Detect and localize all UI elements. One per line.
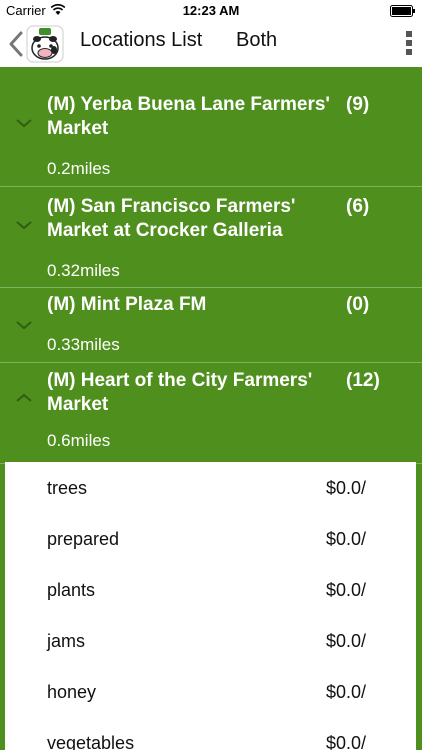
location-group[interactable]: (M) San Francisco Farmers' Market at Cro… [0, 187, 422, 288]
item-name: vegetables [47, 733, 135, 750]
list-item[interactable]: prepared $0.0/ [5, 513, 416, 564]
chevron-down-icon[interactable] [16, 220, 32, 230]
item-price: $0.0/ [326, 529, 367, 549]
navigation-bar: Locations List Both [0, 22, 422, 67]
item-price: $0.0/ [326, 682, 367, 702]
item-price: $0.0/ [326, 580, 367, 600]
page-title: Locations List [80, 29, 203, 51]
list-item[interactable]: trees $0.0/ [5, 462, 416, 513]
app-logo-icon [26, 25, 64, 63]
list-item[interactable]: jams $0.0/ [5, 615, 416, 666]
item-name: prepared [47, 529, 120, 549]
status-bar: Carrier 12:23 AM [0, 0, 422, 22]
location-group[interactable]: (M) Mint Plaza FM (0) 0.33miles [0, 288, 422, 363]
location-item-count: (6) [346, 196, 370, 217]
locations-list: (M) Yerba Buena Lane Farmers' Market (9)… [0, 67, 422, 750]
location-group[interactable]: (M) Yerba Buena Lane Farmers' Market (9)… [0, 67, 422, 187]
location-items-list: trees $0.0/ prepared $0.0/ plants $0.0/ … [5, 462, 416, 750]
location-name: (M) San Francisco Farmers' Market at Cro… [47, 196, 296, 241]
item-price: $0.0/ [326, 733, 367, 750]
item-price: $0.0/ [326, 478, 367, 498]
item-name: trees [47, 478, 88, 498]
list-item[interactable]: honey $0.0/ [5, 666, 416, 717]
chevron-down-icon[interactable] [16, 320, 32, 330]
location-item-count: (9) [346, 94, 370, 115]
location-name: (M) Yerba Buena Lane Farmers' Market [47, 94, 330, 139]
filter-selector[interactable]: Both [236, 29, 277, 52]
list-item[interactable]: plants $0.0/ [5, 564, 416, 615]
chevron-down-icon[interactable] [16, 118, 32, 128]
list-item[interactable]: vegetables $0.0/ [5, 717, 416, 750]
item-price: $0.0/ [326, 631, 367, 651]
location-distance: 0.32miles [47, 261, 120, 280]
location-distance: 0.33miles [47, 335, 120, 354]
location-name: (M) Mint Plaza FM [47, 294, 207, 315]
app-screen: Carrier 12:23 AM Locations List Both (M)… [0, 0, 422, 750]
location-group-expanded[interactable]: (M) Heart of the City Farmers' Market (1… [0, 363, 422, 464]
more-options-icon[interactable] [405, 31, 413, 57]
location-name: (M) Heart of the City Farmers' Market [47, 370, 313, 415]
location-item-count: (12) [346, 370, 380, 391]
location-item-count: (0) [346, 294, 370, 315]
item-name: honey [47, 682, 97, 702]
item-name: plants [47, 580, 96, 600]
item-name: jams [47, 631, 86, 651]
location-distance: 0.2miles [47, 159, 111, 178]
battery-icon [390, 5, 415, 17]
location-distance: 0.6miles [47, 431, 111, 450]
status-time: 12:23 AM [182, 3, 240, 18]
chevron-up-icon[interactable] [16, 393, 32, 403]
back-chevron-icon[interactable] [6, 31, 28, 57]
